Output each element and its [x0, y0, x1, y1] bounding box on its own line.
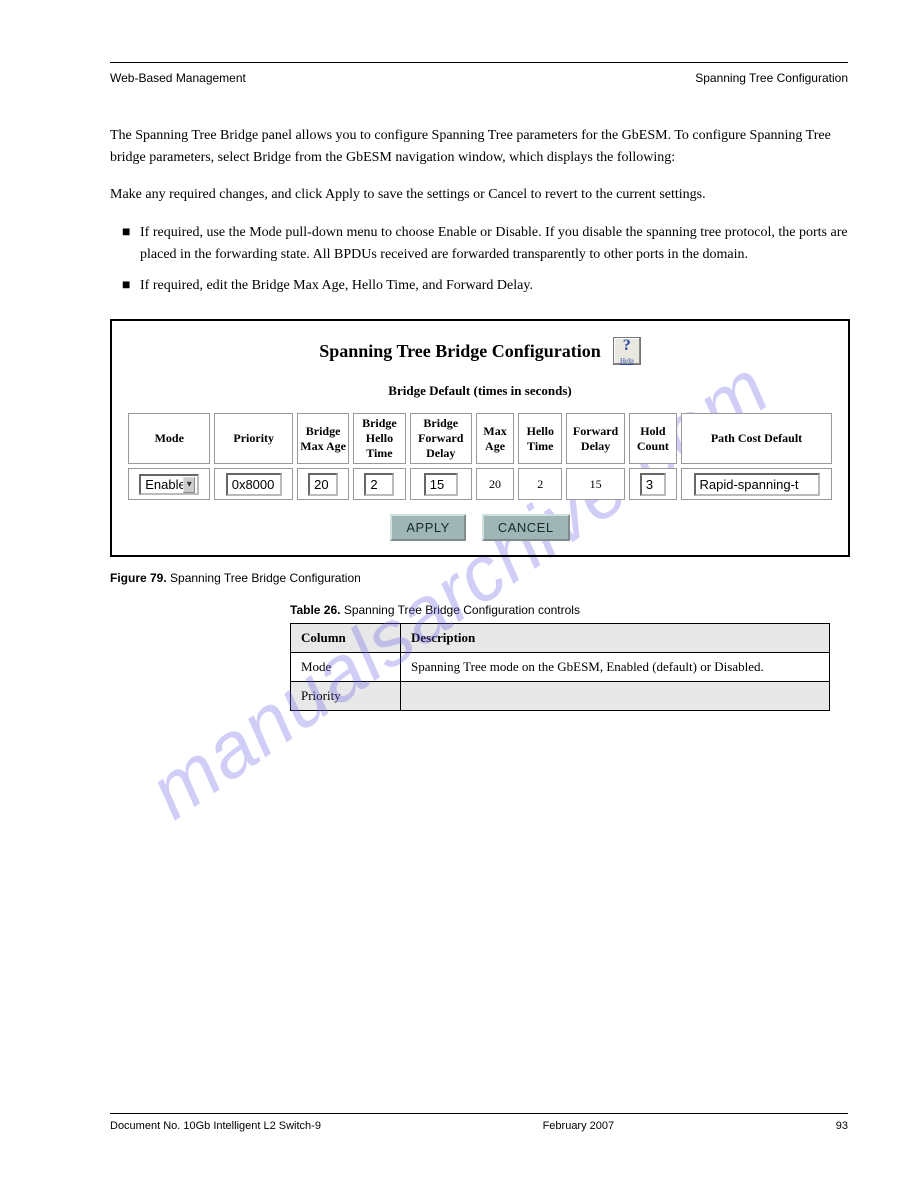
- bullet-1: ■ If required, use the Mode pull-down me…: [110, 222, 848, 265]
- th-bridge-hello-time: Bridge Hello Time: [353, 413, 405, 464]
- screenshot-title: Spanning Tree Bridge Configuration: [319, 341, 601, 362]
- bullet-2: ■ If required, edit the Bridge Max Age, …: [110, 275, 848, 297]
- table-header-row: Mode Priority Bridge Max Age Bridge Hell…: [128, 413, 832, 464]
- screenshot-subtitle: Bridge Default (times in seconds): [124, 383, 836, 399]
- page: Web-Based Management Spanning Tree Confi…: [0, 0, 918, 761]
- help-label: Help: [614, 357, 640, 365]
- desc-row-mode: Mode Spanning Tree mode on the GbESM, En…: [291, 653, 830, 682]
- desc-priority-label: Priority: [291, 682, 401, 711]
- desc-th-column: Column: [291, 624, 401, 653]
- button-row: APPLY CANCEL: [124, 514, 836, 541]
- description-table: Column Description Mode Spanning Tree mo…: [290, 623, 830, 711]
- th-hold-count: Hold Count: [629, 413, 677, 464]
- desc-mode-label: Mode: [291, 653, 401, 682]
- th-forward-delay: Forward Delay: [566, 413, 624, 464]
- th-bridge-forward-delay: Bridge Forward Delay: [410, 413, 472, 464]
- bridge-forward-delay-input[interactable]: 15: [424, 473, 458, 496]
- th-hello-time: Hello Time: [518, 413, 562, 464]
- th-path-cost-default: Path Cost Default: [681, 413, 832, 464]
- bullet-2-text: If required, edit the Bridge Max Age, He…: [140, 278, 533, 293]
- max-age-value: 20: [476, 468, 514, 500]
- header: Web-Based Management Spanning Tree Confi…: [110, 71, 848, 85]
- header-right: Spanning Tree Configuration: [695, 71, 848, 85]
- question-mark-icon: ?: [614, 337, 640, 355]
- top-rule: [110, 62, 848, 63]
- mode-select[interactable]: Enable: [139, 474, 199, 495]
- footer-left: Document No. 10Gb Intelligent L2 Switch-…: [110, 1120, 321, 1132]
- table-caption-text: Spanning Tree Bridge Configuration contr…: [344, 603, 580, 617]
- priority-input[interactable]: 0x8000: [226, 473, 282, 496]
- th-max-age: Max Age: [476, 413, 514, 464]
- apply-button[interactable]: APPLY: [390, 514, 465, 541]
- screenshot-title-row: Spanning Tree Bridge Configuration ? Hel…: [124, 337, 836, 365]
- desc-priority-text: [401, 682, 830, 711]
- intro-paragraph: The Spanning Tree Bridge panel allows yo…: [110, 125, 848, 168]
- forward-delay-value: 15: [566, 468, 624, 500]
- th-bridge-max-age: Bridge Max Age: [297, 413, 349, 464]
- footer: Document No. 10Gb Intelligent L2 Switch-…: [110, 1113, 848, 1132]
- bridge-max-age-input[interactable]: 20: [308, 473, 338, 496]
- before-list-paragraph: Make any required changes, and click App…: [110, 184, 848, 206]
- th-mode: Mode: [128, 413, 210, 464]
- footer-right: 93: [836, 1120, 848, 1132]
- cancel-button[interactable]: CANCEL: [482, 514, 570, 541]
- header-left: Web-Based Management: [110, 71, 246, 85]
- figure-caption: Figure 79. Spanning Tree Bridge Configur…: [110, 571, 848, 585]
- table-value-row: Enable 0x8000 20 2 15 20 2 15 3 Rapid-sp…: [128, 468, 832, 500]
- desc-mode-text: Spanning Tree mode on the GbESM, Enabled…: [401, 653, 830, 682]
- config-table: Mode Priority Bridge Max Age Bridge Hell…: [124, 409, 836, 504]
- bullet-1-text: If required, use the Mode pull-down menu…: [140, 225, 848, 262]
- figure-number: Figure 79.: [110, 571, 167, 585]
- table-number: Table 26.: [290, 603, 340, 617]
- desc-header-row: Column Description: [291, 624, 830, 653]
- hello-time-value: 2: [518, 468, 562, 500]
- hold-count-input[interactable]: 3: [640, 473, 666, 496]
- desc-row-priority: Priority: [291, 682, 830, 711]
- table-caption: Table 26. Spanning Tree Bridge Configura…: [290, 603, 848, 617]
- footer-center: February 2007: [543, 1120, 615, 1132]
- screenshot-frame: Spanning Tree Bridge Configuration ? Hel…: [110, 319, 850, 557]
- path-cost-default-input[interactable]: Rapid-spanning-t: [694, 473, 820, 496]
- bridge-hello-time-input[interactable]: 2: [364, 473, 394, 496]
- th-priority: Priority: [214, 413, 292, 464]
- figure-text: Spanning Tree Bridge Configuration: [170, 571, 361, 585]
- desc-th-description: Description: [401, 624, 830, 653]
- help-icon[interactable]: ? Help: [613, 337, 641, 365]
